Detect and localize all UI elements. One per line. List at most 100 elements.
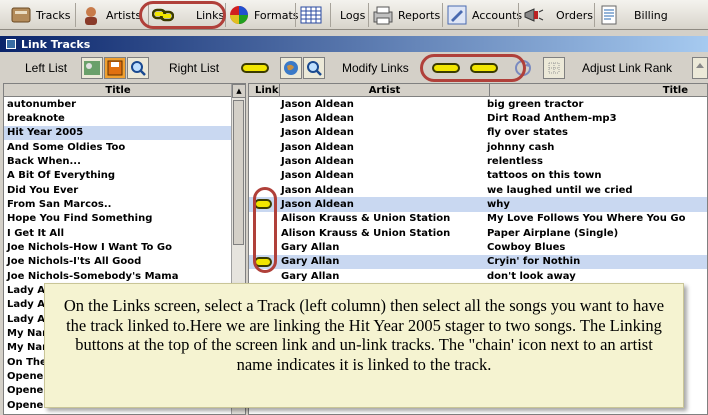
title-column-header[interactable]: Title xyxy=(490,84,707,97)
track-row[interactable]: Joe Nichols-I'ts All Good xyxy=(4,255,245,269)
song-row[interactable]: Jason Aldean big green tractor xyxy=(249,97,707,111)
link-cell xyxy=(249,97,277,111)
link-column-header[interactable]: Link xyxy=(252,84,280,97)
tab-reports[interactable]: Reports xyxy=(372,2,440,28)
right-list-search-button[interactable] xyxy=(303,57,325,79)
settings-button[interactable] xyxy=(543,57,565,79)
tab-artists-label: Artists xyxy=(106,8,142,22)
instruction-callout: On the Links screen, select a Track (lef… xyxy=(44,283,684,408)
right-list-label: Right List xyxy=(169,61,220,75)
modify-links-highlight xyxy=(420,54,526,82)
track-row[interactable]: Hope You Find Something xyxy=(4,212,245,226)
left-title-header[interactable]: Title xyxy=(4,84,233,97)
song-row[interactable]: Gary Allan don't look away xyxy=(249,269,707,283)
song-row[interactable]: Jason Aldean johnny cash xyxy=(249,140,707,154)
left-list-tracks-button[interactable] xyxy=(81,57,103,79)
color-wheel-icon xyxy=(228,4,250,26)
link-cell xyxy=(249,154,277,168)
right-list-links-button[interactable] xyxy=(234,57,276,79)
song-row[interactable]: Jason Aldean Dirt Road Anthem-mp3 xyxy=(249,111,707,125)
tab-accounts[interactable]: Accounts xyxy=(446,2,522,28)
track-row[interactable]: From San Marcos.. xyxy=(4,197,245,211)
artist-cell: Jason Aldean xyxy=(281,184,354,196)
track-title: Joe Nichols-I'ts All Good xyxy=(7,256,142,268)
song-row[interactable]: Gary Allan Cryin' for Nothin xyxy=(249,254,707,269)
artist-cell: Gary Allan xyxy=(281,270,340,282)
artist-cell: Jason Aldean xyxy=(281,170,354,182)
adjust-link-rank-label: Adjust Link Rank xyxy=(582,61,673,75)
adjust-rank-button[interactable] xyxy=(692,57,708,79)
track-row[interactable]: Hit Year 2005 xyxy=(4,125,245,140)
track-title: Joe Nichols-How I Want To Go xyxy=(7,241,172,253)
track-row[interactable]: Did You Ever xyxy=(4,183,245,197)
song-row[interactable]: Jason Aldean fly over states xyxy=(249,126,707,140)
song-row[interactable]: Jason Aldean why xyxy=(249,197,707,212)
track-row[interactable]: A Bit Of Everything xyxy=(4,169,245,183)
track-row[interactable]: Joe Nichols-Somebody's Mama xyxy=(4,269,245,283)
song-row[interactable]: Alison Krauss & Union Station My Love Fol… xyxy=(249,212,707,226)
right-list-globe-button[interactable] xyxy=(280,57,302,79)
link-cell xyxy=(249,140,277,154)
title-cell: why xyxy=(487,198,510,210)
chain-icon xyxy=(241,63,269,73)
tab-logs[interactable]: Logs xyxy=(340,2,365,28)
megaphone-icon xyxy=(522,4,544,26)
scroll-thumb[interactable] xyxy=(233,100,244,245)
track-title: I Get It All xyxy=(7,227,65,239)
track-title: Opener xyxy=(7,370,49,382)
artist-cell: Jason Aldean xyxy=(281,141,354,153)
title-cell: we laughed until we cried xyxy=(487,184,633,196)
track-row[interactable]: breaknote xyxy=(4,111,245,125)
tracks-icon xyxy=(10,4,32,26)
left-list-search-button[interactable] xyxy=(127,57,149,79)
title-cell: fly over states xyxy=(487,127,568,139)
track-row[interactable]: Back When... xyxy=(4,154,245,168)
artist-cell: Jason Aldean xyxy=(281,155,354,167)
tab-billing[interactable]: Billing xyxy=(598,2,668,28)
window-title: Link Tracks xyxy=(21,37,91,51)
tracks-filter-icon xyxy=(84,61,100,75)
title-cell: tattoos on this town xyxy=(487,170,602,182)
song-row[interactable]: Jason Aldean relentless xyxy=(249,154,707,168)
track-title: Lady A- xyxy=(7,313,50,325)
title-cell: My Love Follows You Where You Go xyxy=(487,213,686,225)
title-cell: don't look away xyxy=(487,270,576,282)
track-row[interactable]: autonumber xyxy=(4,97,245,111)
artist-cell: Jason Aldean xyxy=(281,112,354,124)
billing-icon xyxy=(598,4,620,26)
tab-grid[interactable] xyxy=(300,2,326,28)
tab-billing-label: Billing xyxy=(634,8,668,22)
tab-accounts-label: Accounts xyxy=(472,8,523,22)
track-title: Joe Nichols-Somebody's Mama xyxy=(7,270,179,282)
tab-artists[interactable]: Artists xyxy=(80,2,141,28)
track-title: Opener xyxy=(7,385,49,397)
floppy-icon xyxy=(107,60,123,76)
rank-arrow-icon xyxy=(696,63,704,68)
link-cell xyxy=(249,169,277,183)
link-cell xyxy=(249,126,277,140)
dots-grid-icon xyxy=(548,62,560,74)
artist-cell: Jason Aldean xyxy=(281,98,354,110)
track-title: Did You Ever xyxy=(7,184,79,196)
song-row[interactable]: Alison Krauss & Union Station Paper Airpl… xyxy=(249,226,707,240)
song-row[interactable]: Gary Allan Cowboy Blues xyxy=(249,240,707,254)
artist-column-header[interactable]: Artist xyxy=(280,84,490,97)
left-list-save-button[interactable] xyxy=(104,57,126,79)
accounts-icon xyxy=(446,4,468,26)
track-title: On The xyxy=(7,356,47,368)
tab-formats[interactable]: Formats xyxy=(228,2,299,28)
title-cell: relentless xyxy=(487,155,543,167)
track-row[interactable]: And Some Oldies Too xyxy=(4,140,245,154)
tab-tracks[interactable]: Tracks xyxy=(10,2,71,28)
title-cell: big green tractor xyxy=(487,98,584,110)
track-row[interactable]: Joe Nichols-How I Want To Go xyxy=(4,240,245,254)
track-row[interactable]: I Get It All xyxy=(4,226,245,240)
song-row[interactable]: Jason Aldean we laughed until we cried xyxy=(249,183,707,197)
title-cell: Cowboy Blues xyxy=(487,241,566,253)
scroll-up-icon[interactable]: ▲ xyxy=(232,84,245,98)
links-tab-highlight xyxy=(139,1,226,29)
tab-orders[interactable]: Orders xyxy=(522,2,593,28)
tab-logs-label: Logs xyxy=(340,8,366,22)
tab-formats-label: Formats xyxy=(254,8,299,22)
song-row[interactable]: Jason Aldean tattoos on this town xyxy=(249,169,707,183)
